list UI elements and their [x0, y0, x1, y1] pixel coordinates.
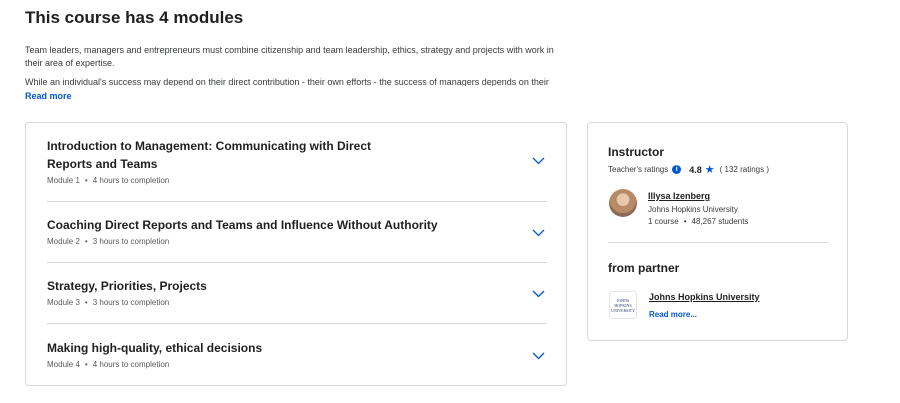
module-meta: Module 4 • 4 hours to completion — [47, 360, 547, 369]
star-icon: ★ — [704, 164, 715, 176]
module-meta: Module 2 • 3 hours to completion — [47, 237, 547, 246]
instructor-students: 48,267 students — [691, 217, 749, 226]
module-meta: Module 3 • 3 hours to completion — [47, 298, 547, 307]
card-divider — [608, 242, 828, 243]
instructor-courses: 1 course — [648, 217, 679, 226]
instructor-org: Johns Hopkins University — [648, 205, 738, 214]
read-more-link[interactable]: Read more — [25, 91, 72, 101]
rating-score: 4.8 — [689, 164, 702, 175]
course-description: Team leaders, managers and entrepreneurs… — [25, 44, 560, 92]
module-number: Module 4 — [47, 360, 80, 369]
info-icon[interactable]: i — [672, 165, 682, 174]
module-item[interactable]: Making high-quality, ethical decisions M… — [47, 339, 547, 369]
avatar[interactable] — [609, 189, 637, 217]
chevron-down-icon[interactable] — [532, 157, 545, 165]
module-divider — [47, 323, 547, 324]
description-paragraph-2: While an individual's success may depend… — [25, 77, 549, 86]
module-title: Strategy, Priorities, Projects — [47, 279, 207, 293]
meta-separator: • — [84, 237, 88, 246]
module-title: Coaching Direct Reports and Teams and In… — [47, 218, 438, 232]
module-duration: 4 hours to completion — [92, 176, 170, 185]
description-paragraph-1: Team leaders, managers and entrepreneurs… — [25, 45, 554, 68]
teacher-ratings: Teacher's ratings i 4.8 ★ ( 132 ratings … — [608, 163, 769, 176]
ratings-label: Teacher's ratings — [608, 165, 669, 174]
modules-heading: This course has 4 modules — [25, 8, 244, 27]
module-title: Introduction to Management: Communicatin… — [47, 139, 371, 171]
chevron-down-icon[interactable] — [532, 352, 545, 360]
module-duration: 3 hours to completion — [92, 237, 170, 246]
modules-card: Introduction to Management: Communicatin… — [25, 122, 567, 386]
module-divider — [47, 262, 547, 263]
chevron-down-icon[interactable] — [532, 290, 545, 298]
meta-separator: • — [84, 298, 88, 307]
instructor-card: Instructor Teacher's ratings i 4.8 ★ ( 1… — [587, 122, 848, 341]
chevron-down-icon[interactable] — [532, 229, 545, 237]
module-divider — [47, 201, 547, 202]
module-duration: 3 hours to completion — [92, 298, 170, 307]
module-item[interactable]: Introduction to Management: Communicatin… — [47, 137, 547, 185]
meta-separator: • — [683, 217, 687, 226]
logo-text-3: UNIVERSITY — [611, 307, 635, 313]
module-item[interactable]: Strategy, Priorities, Projects Module 3 •… — [47, 277, 547, 307]
meta-separator: • — [84, 360, 88, 369]
partner-heading: from partner — [608, 261, 680, 275]
module-number: Module 3 — [47, 298, 80, 307]
module-number: Module 2 — [47, 237, 80, 246]
partner-read-more-link[interactable]: Read more... — [649, 310, 697, 319]
instructor-stats: 1 course • 48,267 students — [648, 217, 748, 226]
module-item[interactable]: Coaching Direct Reports and Teams and In… — [47, 216, 547, 246]
module-number: Module 1 — [47, 176, 80, 185]
module-meta: Module 1 • 4 hours to completion — [47, 176, 547, 185]
module-duration: 4 hours to completion — [92, 360, 170, 369]
meta-separator: • — [84, 176, 88, 185]
rating-count: ( 132 ratings ) — [719, 165, 769, 174]
instructor-heading: Instructor — [608, 145, 665, 159]
module-title: Making high-quality, ethical decisions — [47, 341, 263, 355]
partner-logo[interactable]: JOHNS HOPKINS UNIVERSITY — [609, 291, 637, 319]
partner-name-link[interactable]: Johns Hopkins University — [649, 292, 760, 302]
instructor-name-link[interactable]: Illysa Izenberg — [648, 191, 710, 201]
